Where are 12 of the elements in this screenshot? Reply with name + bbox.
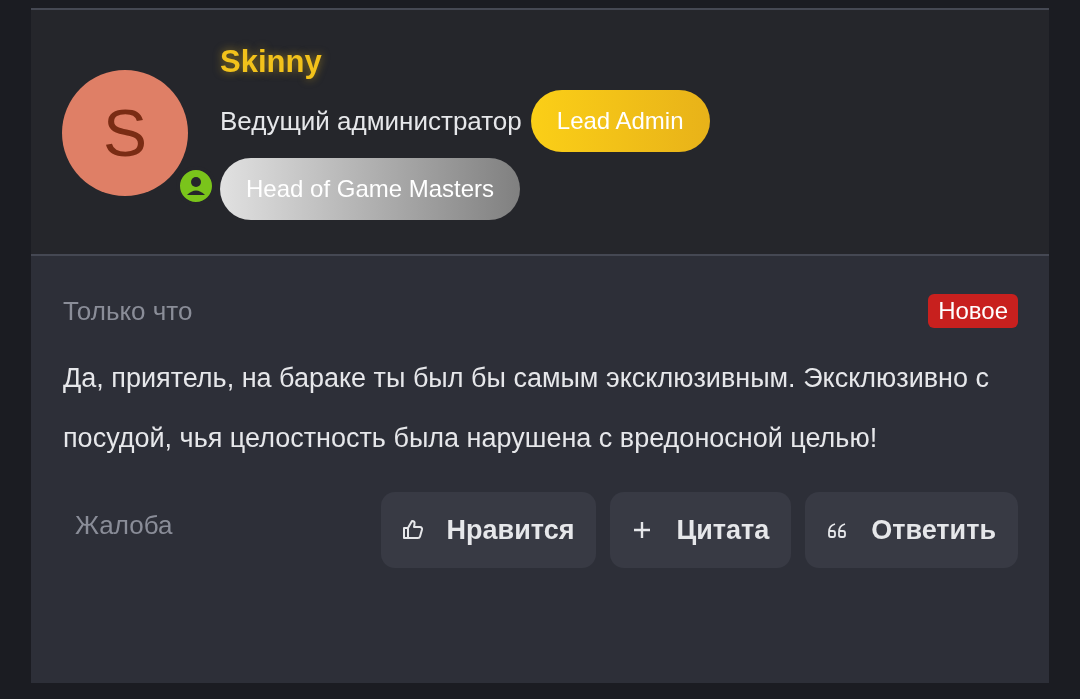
post-time: Только что (63, 295, 193, 327)
role-badge: Lead Admin (530, 90, 710, 152)
new-badge: Новое (928, 294, 1018, 328)
report-link[interactable]: Жалоба (63, 509, 173, 541)
quote-button[interactable]: Цитата (610, 492, 792, 568)
username[interactable]: Skinny (220, 40, 710, 84)
reply-button[interactable]: Ответить (805, 492, 1018, 568)
post-text: Да, приятель, на бараке ты был бы самым эксклюзивным. Эксклюзивно с посудой, чья целостность была нарушена с вредоносной целью! (63, 362, 990, 455)
like-button[interactable]: Нравится (380, 492, 597, 568)
thumbs-up-icon (400, 518, 425, 542)
role-badge: Head of Game Masters (220, 158, 521, 220)
user-title: Ведущий администратор (220, 105, 522, 137)
